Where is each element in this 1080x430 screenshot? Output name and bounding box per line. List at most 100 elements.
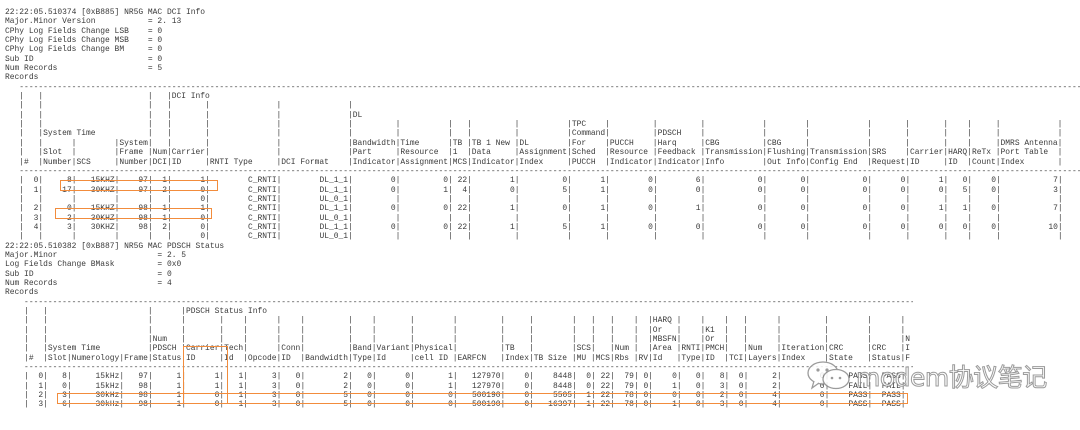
cell-index: 0	[28, 372, 44, 382]
cell-slot-number: 0	[43, 204, 72, 214]
cell-frame-number: 97	[119, 185, 148, 195]
cell-slot-number	[43, 195, 72, 204]
table-row: | 2| 0| 15KHZ| 98| 1| 1| C_RNTI| DL_1_1|…	[5, 204, 1063, 214]
cell-retx-count: 0	[972, 222, 996, 232]
cell-srs-request: 0	[872, 176, 906, 186]
cell-scs-mu: 0	[576, 372, 592, 382]
log-field: Major.Minor = 2. 5	[5, 250, 187, 260]
cell-harq-id: 0	[948, 176, 968, 186]
cell-rv: 0	[638, 381, 649, 391]
cell-tb1-ndi: 1	[471, 204, 515, 214]
cell-earfcn: 500190	[457, 391, 501, 401]
cell-cbg-flushing: 0	[767, 185, 806, 195]
cell-tci: 0	[729, 391, 744, 401]
table-header-line: | |System Time |PDSCH |Carrier|Tech| |Co…	[5, 344, 911, 354]
cell-tb-index: 0	[505, 381, 530, 391]
table-row: | 0| 8| 15KHZ| 97| 1| 1| C_RNTI| DL_1_1|…	[5, 176, 1063, 186]
cell-tb-size: 5505	[533, 391, 572, 401]
cell-variant-id: 0	[376, 381, 411, 391]
table-header-line: | | | | | | |DL	[5, 110, 363, 120]
cell-cbg-flushing: 0	[767, 204, 806, 214]
cell-earfcn: 127970	[457, 381, 501, 391]
cell-tpc-command: 1	[571, 185, 606, 195]
cell-slot-number	[43, 232, 72, 241]
cell-pucch-resource: 0	[610, 204, 653, 214]
cell-tech-id: 1	[224, 381, 244, 391]
cell-harq-id: 1	[653, 381, 677, 391]
cell-tb1-mcs: 4	[452, 185, 468, 195]
cell-frame-number: 98	[119, 204, 148, 214]
cell-tb1-mcs: 22	[452, 222, 468, 232]
cell-bandwidth: 2	[305, 381, 349, 391]
cell-dl-assignment-index: 0	[519, 204, 568, 214]
cell-carrier-id: 0	[186, 400, 220, 410]
cell-dci-format: UL_0_1	[281, 194, 349, 204]
table-border: ----------------------------------------…	[5, 166, 1080, 176]
cell-tech-id: 1	[224, 391, 244, 401]
cell-rnti-type: 0	[681, 381, 701, 391]
cell-frame-number	[119, 195, 148, 204]
cell-num-dci: 1	[152, 176, 168, 186]
cell-mcs: 22	[595, 381, 611, 391]
table-row: | 1| 17| 30KHZ| 97| 2| 0| C_RNTI| DL_1_1…	[5, 185, 1063, 195]
cell-harq-id: 0	[653, 391, 677, 401]
cell-carrier-id-2	[910, 214, 943, 223]
cell-slot-number: 8	[43, 176, 72, 186]
cell-slot-number: 2	[43, 213, 72, 223]
cell-pucch-resource: 0	[610, 176, 653, 186]
log-field: Num Records = 4	[5, 278, 172, 288]
cell-cbg-transmission: 0	[705, 176, 763, 186]
cell-tpc-command: 1	[571, 222, 606, 232]
table-header-line: | | | | | | | | | | | |TPC | | | | | | |…	[5, 120, 1063, 130]
cell-harq-id: 1	[653, 400, 677, 410]
table-header-line: | | | | | | |	[5, 101, 353, 111]
table-header-line: | | | | | | | | | | | | | | | | | | |HAR…	[5, 316, 906, 326]
cell-bwp-indicator: 0	[352, 222, 396, 232]
cell-tb1-ndi: 1	[471, 222, 515, 232]
cell-num-rbs: 78	[614, 391, 634, 401]
cell-dl-assignment-index: 0	[519, 176, 568, 186]
cell-physical-cell-id: 0	[414, 400, 453, 410]
cell-tb-size: 8448	[533, 381, 572, 391]
cell-scs: 15KHZ	[76, 204, 115, 214]
cell-pucch-resource: 0	[610, 222, 653, 232]
cell-tb1-ndi	[472, 214, 515, 223]
cell-tpc-command	[572, 214, 605, 223]
table-header-line: | | | |PDSCH Status Info	[5, 307, 267, 316]
cell-carrier-id: 0	[171, 194, 206, 204]
cell-tb-size: 8448	[533, 372, 572, 382]
table-header-line: | | |Num | | | | | | | | | | | | | | | |…	[5, 335, 911, 345]
cell-num-layers: 4	[748, 400, 777, 410]
cell-transmission-config	[810, 232, 867, 241]
cell-carrier-id-2	[910, 195, 943, 204]
cell-index: 2	[28, 391, 44, 401]
cell-carrier-id: 1	[171, 176, 206, 186]
cell-frame: 98	[124, 381, 148, 391]
cell-num-dci	[153, 195, 167, 204]
table-row: | | | | | | 0| C_RNTI| UL_0_1| | | | | |…	[5, 232, 1063, 242]
cell-band-type: 0	[352, 391, 372, 401]
cell-tb-index: 0	[505, 400, 530, 410]
log-field: Num Records = 5	[5, 64, 163, 74]
cell-rnti-type: 0	[681, 391, 701, 401]
log-field: Sub ID = 0	[5, 269, 172, 279]
cell-tb-size: 16397	[533, 400, 572, 410]
cell-dci-format: DL_1_1	[281, 204, 349, 214]
cell-num-dci	[153, 232, 167, 241]
table-row: | 0| 8| 15kHz| 97| 1| 1| 1| 3| 0| 2| 0| …	[5, 372, 906, 382]
cell-crc-status: PASS	[872, 400, 901, 410]
cell-scs: 30KHZ	[76, 222, 115, 232]
cell-mcs: 22	[595, 391, 611, 401]
cell-opcode: 3	[248, 372, 277, 382]
cell-rnti-type: C_RNTI	[209, 185, 277, 195]
records-label: Records	[5, 288, 39, 298]
cell-retx-count: 0	[972, 185, 996, 195]
log-field: CPhy Log Fields Change BM = 0	[5, 45, 163, 55]
table-header-line: | | | | | | | | | | | | | | | | | | |Or …	[5, 325, 906, 335]
cell-pucch-resource	[610, 195, 653, 204]
cell-retx-count	[972, 214, 996, 223]
cell-retx-count: 0	[972, 204, 996, 214]
cell-tb1-mcs	[453, 232, 467, 241]
cell-index: 4	[24, 222, 39, 232]
table-row: | 1| 0| 15kHz| 98| 1| 1| 1| 3| 0| 2| 0| …	[5, 381, 906, 391]
